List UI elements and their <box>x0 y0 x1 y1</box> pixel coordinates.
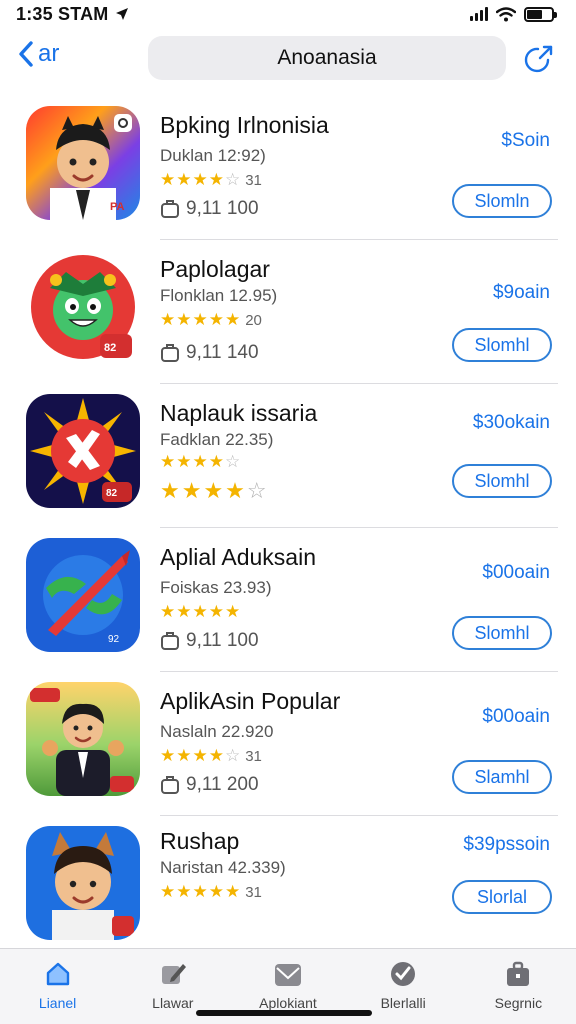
status-time: 1:35 STAM <box>16 4 129 25</box>
app-name: Naplauk issaria <box>160 400 318 426</box>
star-rating-icon: ★★★★☆ <box>160 452 242 471</box>
avatar-fox-ears-icon <box>26 826 140 940</box>
app-price: $9oain <box>492 282 550 303</box>
briefcase-icon <box>503 959 533 989</box>
app-subtitle: Duklan 12:92) <box>160 146 266 165</box>
list-item[interactable]: AplikAsin Popular Naslaln 22.920 ★★★★☆ 3… <box>0 672 576 816</box>
share-icon <box>524 45 553 73</box>
get-button[interactable]: Slomhl <box>452 328 552 362</box>
status-icons <box>470 6 557 22</box>
svg-text:82: 82 <box>106 488 118 499</box>
share-button[interactable] <box>522 42 556 76</box>
star-rating-icon: ★★★★★ <box>160 602 242 621</box>
meta-text: 9,11 200 <box>186 774 259 795</box>
large-star-rating-icon: ★★★★☆ <box>160 478 269 503</box>
app-subtitle: Naristan 42.339) <box>160 858 286 877</box>
sun-cross-icon: 82 <box>26 394 140 508</box>
app-list: PA Bpking Irlnonisia Duklan 12:92) ★★★★☆… <box>0 96 576 960</box>
tab-label: Llawar <box>152 995 194 1011</box>
search-text: Anoanasia <box>277 46 377 69</box>
cellular-signal-icon <box>470 7 488 21</box>
list-item[interactable]: 92 Aplial Aduksain Foiskas 23.93) ★★★★★ … <box>0 528 576 672</box>
tab-label: Aplokiant <box>259 995 317 1011</box>
app-rating: ★★★★☆ 31 <box>160 746 262 766</box>
app-meta: 9,11 100 <box>160 630 259 652</box>
app-rating: ★★★★☆ <box>160 452 241 472</box>
get-button[interactable]: Slomhl <box>452 464 552 498</box>
mail-icon <box>273 959 303 989</box>
star-rating-icon: ★★★★★ <box>160 310 242 329</box>
app-subtitle: Fadklan 22.35) <box>160 430 274 449</box>
meta-text: 9,11 140 <box>186 342 259 363</box>
tab-label: Blerlalli <box>380 995 426 1011</box>
tab-label: Segrnic <box>494 995 543 1011</box>
meta-text: 9,11 100 <box>186 630 259 651</box>
app-price: $39pssoin <box>463 834 550 855</box>
download-box-icon <box>161 344 179 362</box>
red-arrow-icon: 92 <box>26 538 140 652</box>
app-price: $00oain <box>482 706 550 727</box>
location-arrow-icon <box>115 8 128 20</box>
app-name: AplikAsin Popular <box>160 688 341 714</box>
app-subtitle: Naslaln 22.920 <box>160 722 274 741</box>
back-label: ar <box>38 40 60 67</box>
svg-text:92: 92 <box>108 634 120 645</box>
home-indicator[interactable] <box>196 1010 372 1016</box>
nav-bar: ar Anoanasia <box>0 34 576 84</box>
search-field[interactable]: Anoanasia <box>148 36 506 80</box>
download-box-icon <box>161 200 179 218</box>
meta-text: 9,11 100 <box>186 198 259 219</box>
list-item[interactable]: Rushap Naristan 42.339) ★★★★★ 31 $39psso… <box>0 816 576 960</box>
app-subtitle: Flonklan 12.95) <box>160 286 278 305</box>
download-box-icon <box>161 776 179 794</box>
green-mascot-icon: 82 <box>26 250 140 364</box>
get-button[interactable]: Slorlal <box>452 880 552 914</box>
tab-home[interactable]: Lianel <box>8 949 108 1024</box>
app-name: Rushap <box>160 828 240 854</box>
get-button[interactable]: Slamhl <box>452 760 552 794</box>
status-time-text: 1:35 STAM <box>16 3 109 24</box>
rating-count: 20 <box>245 311 262 329</box>
tab-search[interactable]: Segrnic <box>468 949 568 1024</box>
svg-text:PA: PA <box>110 201 125 213</box>
list-item[interactable]: PA Bpking Irlnonisia Duklan 12:92) ★★★★☆… <box>0 96 576 240</box>
app-meta: 9,11 100 <box>160 198 259 220</box>
rating-count: 31 <box>245 883 262 901</box>
rating-count: 31 <box>245 171 262 189</box>
app-price: $30okain <box>472 412 550 433</box>
app-rating: ★★★★☆ 31 <box>160 170 262 190</box>
svg-text:82: 82 <box>104 342 116 354</box>
get-button[interactable]: Slomhl <box>452 616 552 650</box>
app-rating: ★★★★★ 31 <box>160 882 262 902</box>
star-rating-icon: ★★★★☆ <box>160 746 242 765</box>
back-button[interactable]: ar <box>18 40 59 68</box>
battery-icon <box>524 6 557 22</box>
get-button[interactable]: Slomln <box>452 184 552 218</box>
app-price: $00oain <box>482 562 550 583</box>
chevron-left-icon <box>19 41 33 67</box>
app-rating: ★★★★★ <box>160 602 241 622</box>
star-rating-icon: ★★★★☆ <box>160 170 242 189</box>
star-rating-icon: ★★★★★ <box>160 882 242 901</box>
status-bar: 1:35 STAM <box>0 0 576 28</box>
wifi-icon <box>496 6 516 21</box>
home-icon <box>43 959 73 989</box>
compass-icon <box>388 959 418 989</box>
app-name: Paplolagar <box>160 256 270 282</box>
list-item[interactable]: 82 Naplauk issaria Fadklan 22.35) ★★★★☆ … <box>0 384 576 528</box>
pen-edit-icon <box>158 959 188 989</box>
app-name: Bpking Irlnonisia <box>160 112 329 138</box>
app-price: $Soin <box>501 130 550 151</box>
download-box-icon <box>161 632 179 650</box>
rating-count: 31 <box>245 747 262 765</box>
avatar-suit-icon <box>26 682 140 796</box>
list-item[interactable]: 82 Paplolagar Flonklan 12.95) ★★★★★ 20 9… <box>0 240 576 384</box>
app-meta: 9,11 200 <box>160 774 259 796</box>
app-name: Aplial Aduksain <box>160 544 316 570</box>
app-subtitle: Foiskas 23.93) <box>160 578 272 597</box>
app-meta: 9,11 140 <box>160 342 259 364</box>
avatar-boy-cap-icon: PA <box>26 106 140 220</box>
app-rating: ★★★★★ 20 <box>160 310 262 330</box>
tab-label: Lianel <box>38 995 77 1011</box>
